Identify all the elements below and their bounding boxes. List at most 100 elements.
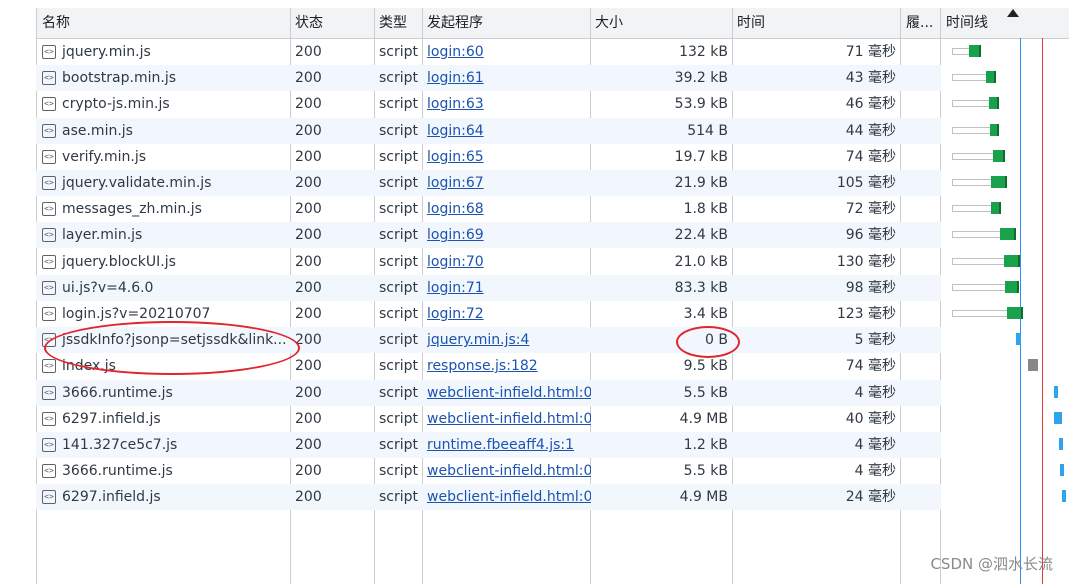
header-timeline[interactable]: 时间线 (942, 8, 1036, 38)
table-row[interactable]: <> jquery.validate.min.js 200 script login:6… (36, 170, 941, 196)
table-row[interactable]: <> 3666.runtime.js 200 script webclient-infi… (36, 379, 941, 406)
request-initiator-link[interactable]: login:65 (427, 144, 591, 170)
table-row[interactable]: <> verify.min.js 200 script login:65 19.7 kB 7… (36, 144, 941, 170)
request-type: script (379, 253, 419, 270)
request-initiator-link[interactable]: login:69 (427, 222, 591, 248)
script-file-icon: <> (42, 438, 56, 452)
request-initiator-link[interactable]: webclient-infield.html:0 (427, 484, 591, 510)
request-size: 22.4 kB (674, 227, 728, 244)
request-time: 123 毫秒 (836, 306, 896, 322)
request-name[interactable]: <> 141.327ce5c7.js (42, 432, 286, 458)
header-type[interactable]: 类型 (375, 8, 423, 38)
script-file-icon: <> (42, 490, 56, 505)
request-size: 5.5 kB (683, 384, 728, 401)
request-name-text: verify.min.js (62, 148, 146, 165)
request-initiator-link[interactable]: login:64 (427, 118, 591, 144)
timeline-download-bar (991, 176, 1007, 188)
request-name-text: layer.min.js (62, 227, 143, 244)
script-file-icon: <> (42, 45, 56, 59)
request-time: 40 毫秒 (845, 410, 896, 427)
header-size[interactable]: 大小 (591, 8, 731, 38)
request-name-text: messages_zh.min.js (62, 201, 202, 218)
request-initiator-link[interactable]: login:70 (427, 249, 591, 275)
request-name[interactable]: <> 6297.infield.js (42, 406, 286, 432)
request-type: script (379, 70, 419, 87)
table-row[interactable]: <> ui.js?v=4.6.0 200 script login:71 83.3 kB 9… (36, 274, 941, 301)
header-initiator[interactable]: 发起程序 (423, 8, 591, 38)
request-initiator-link[interactable]: login:63 (427, 91, 591, 117)
request-initiator-link[interactable]: webclient-infield.html:0 (427, 458, 591, 484)
request-name-text: bootstrap.min.js (62, 70, 176, 87)
request-initiator-link[interactable]: login:68 (427, 196, 591, 222)
request-initiator-link[interactable]: login:72 (427, 301, 591, 327)
timeline-wait-bar (952, 126, 992, 134)
request-time: 96 毫秒 (845, 227, 896, 244)
request-initiator-link[interactable]: login:60 (427, 39, 591, 65)
request-size: 4.9 MB (679, 410, 728, 427)
request-initiator-link[interactable]: login:71 (427, 275, 591, 301)
request-name[interactable]: <> messages_zh.min.js (42, 196, 286, 222)
request-initiator-link[interactable]: login:61 (427, 65, 591, 91)
request-name[interactable]: <> 3666.runtime.js (42, 380, 286, 406)
script-file-icon: <> (42, 411, 56, 426)
request-name[interactable]: <> ui.js?v=4.6.0 (42, 275, 286, 301)
request-name-text: jquery.blockUI.js (62, 253, 176, 270)
request-size: 21.0 kB (674, 253, 728, 270)
request-time: 71 毫秒 (845, 44, 896, 60)
table-row[interactable]: <> layer.min.js 200 script login:69 22.4 kB 96… (36, 222, 941, 249)
request-status: 200 (295, 332, 322, 349)
request-name[interactable]: <> 3666.runtime.js (42, 458, 286, 484)
timeline-wait-bar (952, 100, 991, 108)
request-type: script (379, 227, 419, 244)
request-name[interactable]: <> crypto-js.min.js (42, 91, 286, 117)
script-file-icon: <> (42, 71, 56, 86)
request-initiator-link[interactable]: jquery.min.js:4 (427, 327, 591, 353)
request-name-text: ase.min.js (62, 122, 133, 139)
sort-ascending-icon[interactable] (1007, 9, 1019, 17)
request-name[interactable]: <> jquery.blockUI.js (42, 249, 286, 275)
table-row[interactable]: <> crypto-js.min.js 200 script login:63 53.9 … (36, 91, 941, 117)
request-size: 83.3 kB (674, 279, 728, 296)
table-row[interactable]: <> ase.min.js 200 script login:64 514 B 44 毫秒 (36, 117, 941, 144)
request-type: script (379, 410, 419, 427)
request-initiator-link[interactable]: login:67 (427, 170, 591, 196)
script-file-icon: <> (42, 97, 56, 112)
table-row[interactable]: <> bootstrap.min.js 200 script login:61 39.2 … (36, 65, 941, 92)
request-type: script (379, 279, 419, 296)
request-name-text: 6297.infield.js (62, 410, 161, 427)
table-row[interactable]: <> 3666.runtime.js 200 script webclient-infi… (36, 458, 941, 484)
header-waterfall-trunc[interactable]: 履... (902, 8, 942, 38)
table-row[interactable]: <> jquery.blockUI.js 200 script login:70 21.0… (36, 249, 941, 275)
table-row[interactable]: <> 6297.infield.js 200 script webclient-infi… (36, 406, 941, 432)
request-name[interactable]: <> 6297.infield.js (42, 484, 286, 510)
table-row[interactable]: <> 141.327ce5c7.js 200 script runtime.fbeeaf… (36, 432, 941, 458)
request-type: script (379, 358, 419, 375)
request-initiator-link[interactable]: response.js:182 (427, 353, 591, 379)
header-name[interactable]: 名称 (38, 8, 290, 38)
timeline-wait-bar (952, 231, 1002, 239)
script-file-icon: <> (42, 149, 56, 164)
table-row[interactable]: <> 6297.infield.js 200 script webclient-infi… (36, 484, 941, 511)
timeline-download-bar (1004, 254, 1020, 267)
request-name[interactable]: <> jquery.validate.min.js (42, 170, 286, 196)
timeline-wait-bar (952, 152, 995, 160)
request-initiator-link[interactable]: webclient-infield.html:0 (427, 380, 591, 406)
timeline-download-bar (1000, 228, 1016, 241)
request-initiator-link[interactable]: webclient-infield.html:0 (427, 406, 591, 432)
request-name[interactable]: <> jquery.min.js (42, 39, 286, 65)
header-status[interactable]: 状态 (291, 8, 375, 38)
request-name[interactable]: <> bootstrap.min.js (42, 65, 286, 91)
header-time[interactable]: 时间 (733, 8, 897, 38)
request-size: 19.7 kB (674, 148, 728, 165)
network-panel: 名称 状态 类型 发起程序 大小 时间 履... 时间线 <> jquery.mi… (0, 0, 1069, 584)
table-row[interactable]: <> jquery.min.js 200 script login:60 132 kB 71… (36, 39, 941, 65)
request-size: 132 kB (679, 44, 728, 60)
table-row[interactable]: <> messages_zh.min.js 200 script login:68 1.8… (36, 196, 941, 222)
request-type: script (379, 96, 419, 113)
request-initiator-link[interactable]: runtime.fbeeaff4.js:1 (427, 432, 591, 458)
request-status: 200 (295, 410, 322, 427)
request-name[interactable]: <> verify.min.js (42, 144, 286, 170)
request-type: script (379, 44, 419, 60)
request-name[interactable]: <> ase.min.js (42, 118, 286, 144)
request-name[interactable]: <> layer.min.js (42, 222, 286, 248)
